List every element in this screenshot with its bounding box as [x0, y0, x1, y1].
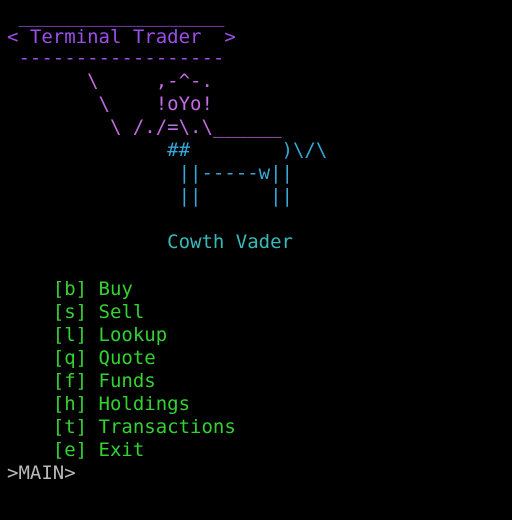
cow-art-line-1: \ ,-^-. [7, 70, 213, 92]
cow-art-line-2: \ !oYo! [7, 93, 213, 115]
cow-art-line-3: \ /./=\.\______ [7, 116, 282, 138]
cow-art-line-4: ## )\/\ [7, 139, 328, 161]
menu-key: [e] [52, 439, 88, 461]
command-prompt[interactable]: >MAIN> [7, 462, 76, 485]
cow-art-line-6: || || [7, 185, 293, 207]
banner-top-rule: __________________ [7, 5, 225, 27]
terminal-window: __________________ < Terminal Trader > -… [0, 0, 512, 520]
cow-caption: Cowth Vader [7, 231, 293, 253]
cow-art-line-5: ||-----w|| [7, 162, 293, 184]
banner-bottom-rule: ------------------ [7, 47, 225, 69]
menu-label: Exit [98, 439, 145, 461]
banner-title: < Terminal Trader > [7, 26, 236, 48]
